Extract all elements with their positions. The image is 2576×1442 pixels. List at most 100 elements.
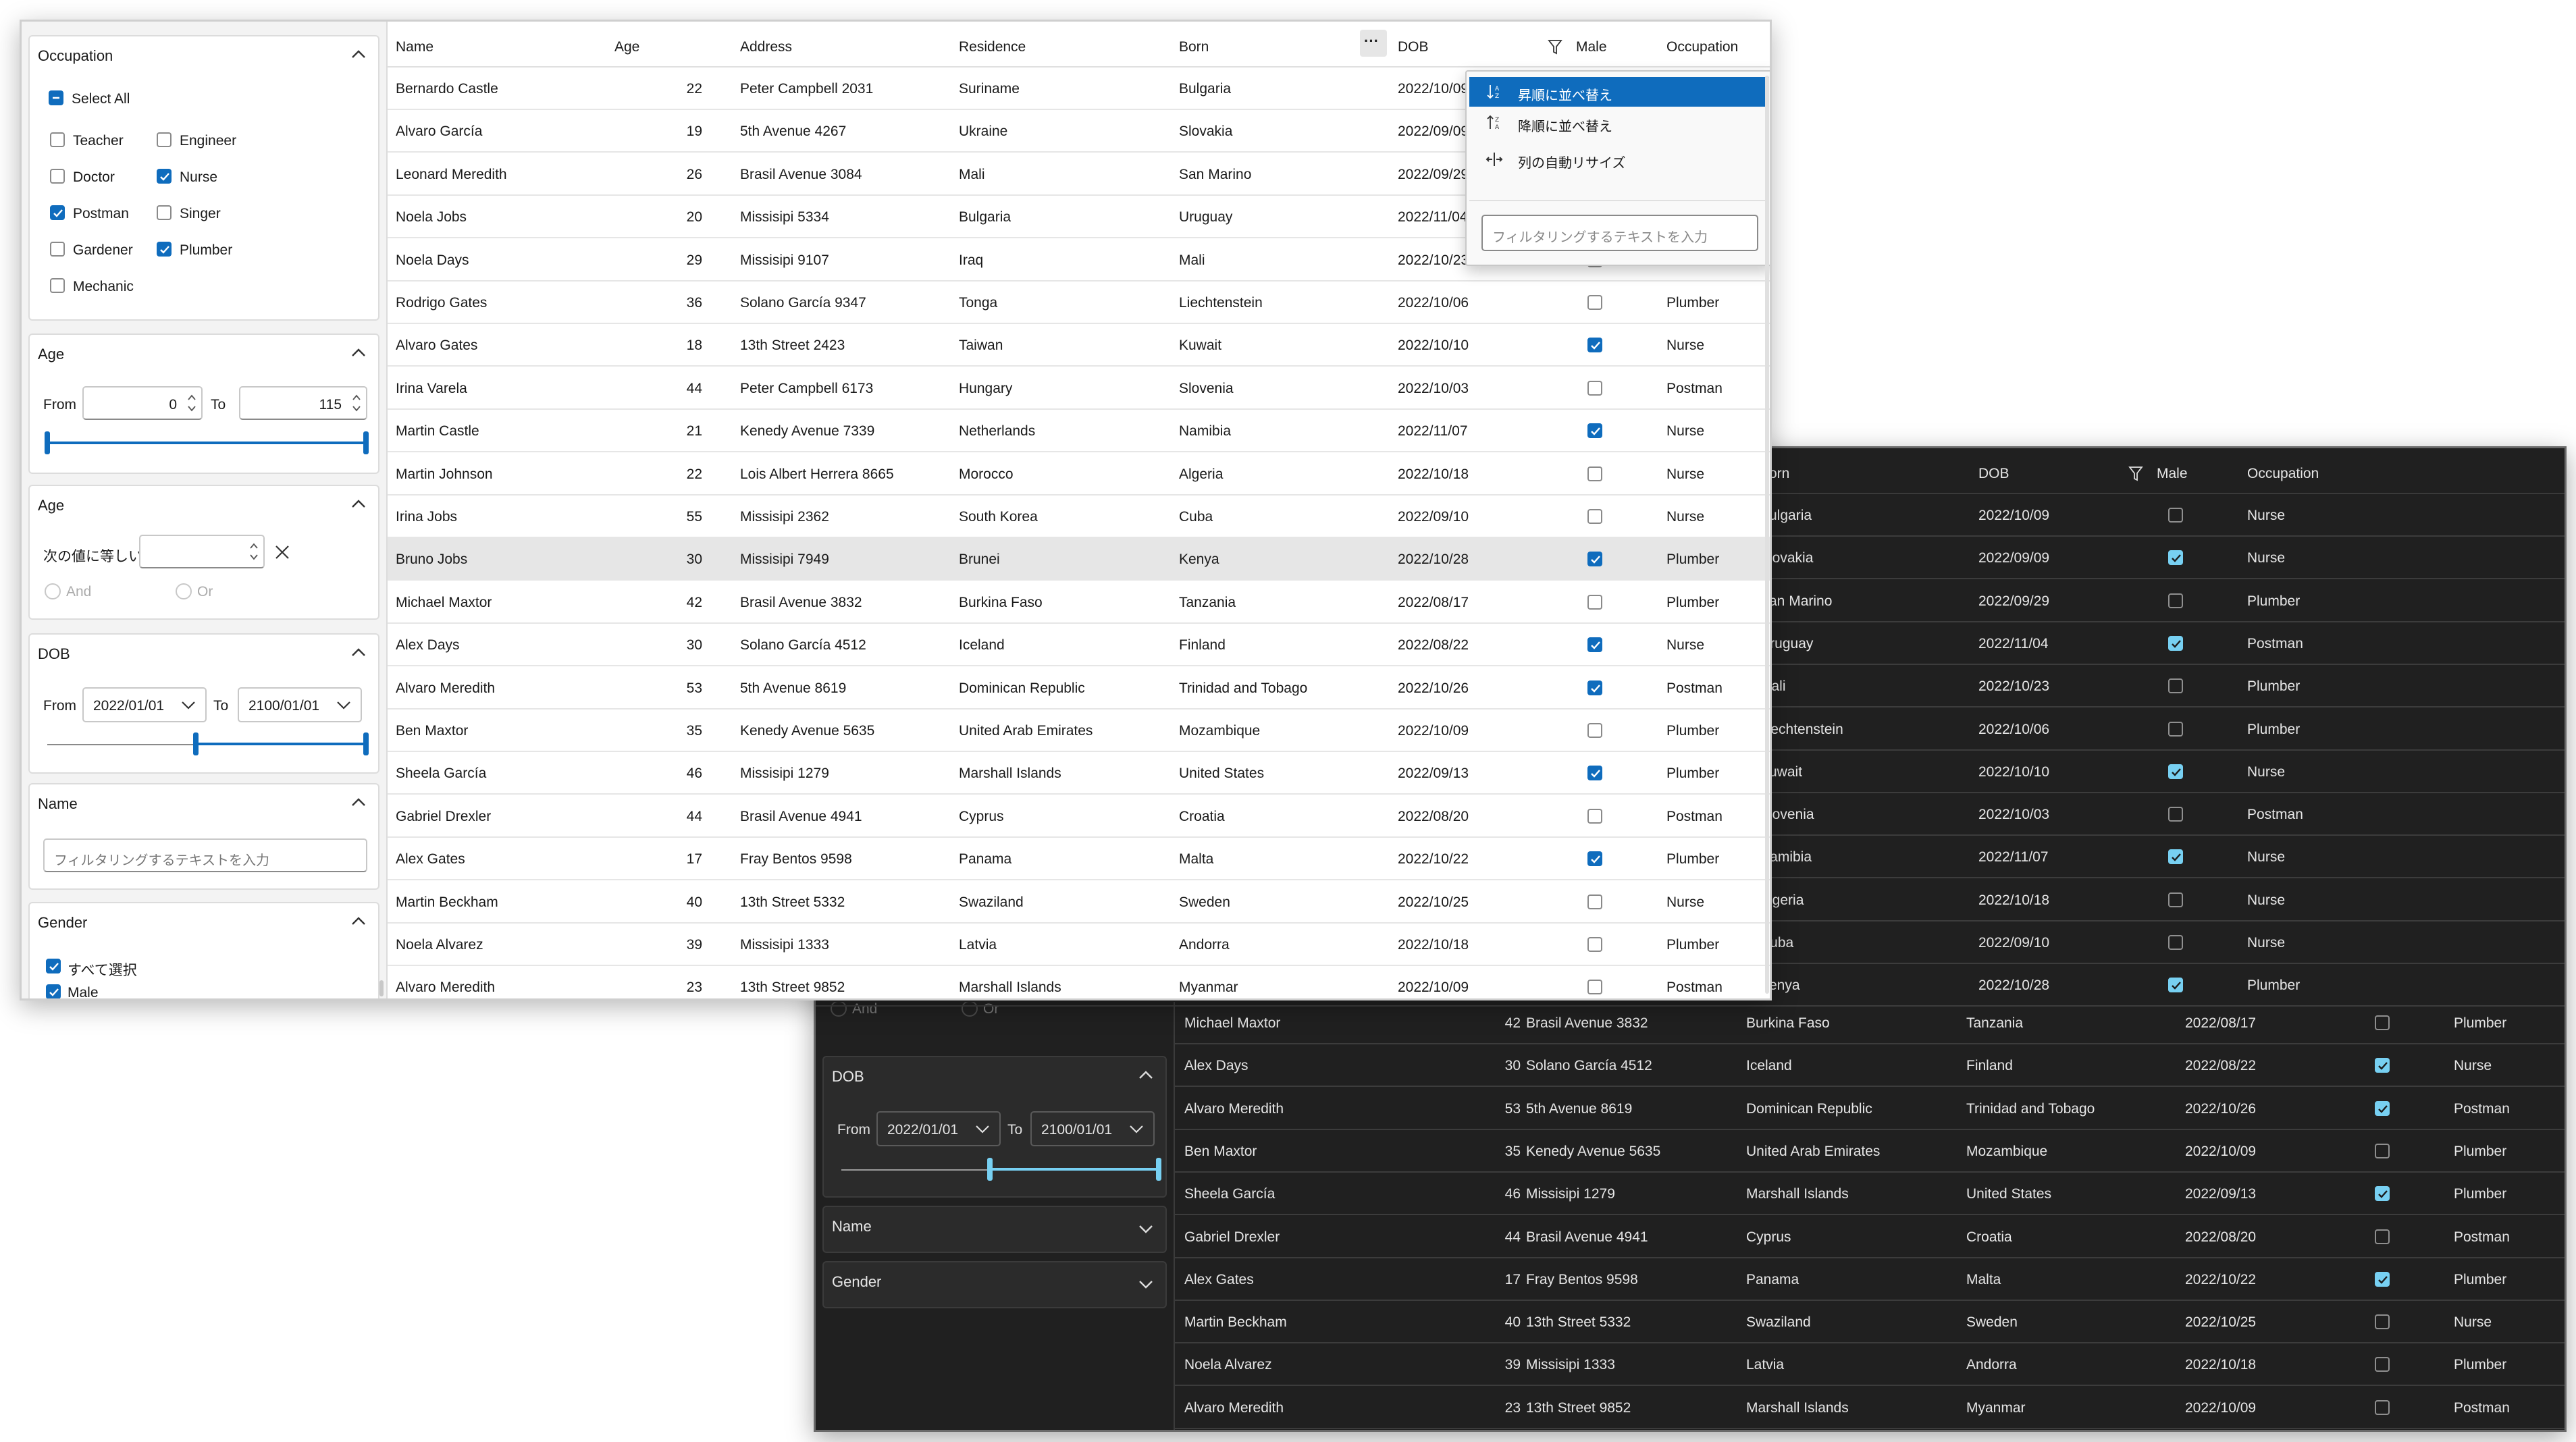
age-range-slider-max-thumb[interactable] <box>363 431 369 454</box>
column-header-male[interactable]: Male <box>1576 39 1607 55</box>
male-checkbox[interactable] <box>2375 1143 2390 1158</box>
more-icon[interactable]: ··· <box>1360 30 1387 57</box>
and-radio[interactable] <box>45 583 61 599</box>
male-checkbox[interactable] <box>1587 509 1602 524</box>
male-checkbox[interactable] <box>1587 466 1602 481</box>
chevron-up-icon[interactable] <box>351 50 366 59</box>
autosize-column-item[interactable]: 列の自動リサイズ <box>1469 144 1769 174</box>
occupation-checkbox-nurse[interactable] <box>157 169 172 184</box>
table-row[interactable]: Bruno Jobs 30 Missisipi 7949 Brunei Kenya 202… <box>388 538 1770 581</box>
male-checkbox[interactable] <box>2168 678 2183 694</box>
spinner-icon[interactable] <box>186 392 197 415</box>
table-row[interactable]: Michael Maxtor 42 Brasil Avenue 3832 Burkin… <box>388 581 1770 624</box>
occupation-checkbox-engineer[interactable] <box>157 132 172 147</box>
age-to-input[interactable]: 115 <box>239 386 367 420</box>
male-checkbox[interactable] <box>2168 978 2183 993</box>
or-radio[interactable] <box>176 583 192 599</box>
male-checkbox[interactable] <box>2168 849 2183 865</box>
table-row[interactable]: Martin Beckham 40 13th Street 5332 Swazilan… <box>388 881 1770 924</box>
male-checkbox[interactable] <box>2375 1058 2390 1073</box>
spinner-icon[interactable] <box>248 540 259 563</box>
dob-to-picker[interactable]: 2100/01/01 <box>238 687 362 722</box>
grid-scrollbar[interactable] <box>1765 76 1769 994</box>
male-checkbox[interactable] <box>1587 937 1602 952</box>
male-checkbox[interactable] <box>2168 892 2183 907</box>
male-checkbox[interactable] <box>2168 635 2183 651</box>
chevron-down-icon[interactable] <box>1138 1225 1153 1233</box>
column-header-occupation[interactable]: Occupation <box>2247 466 2319 482</box>
male-checkbox[interactable] <box>2168 764 2183 779</box>
dark-name-filter-card[interactable]: Name <box>822 1206 1167 1253</box>
column-filter-input[interactable]: フィルタリングするテキストを入力 <box>1481 215 1758 251</box>
male-checkbox[interactable] <box>2375 1357 2390 1372</box>
table-row[interactable]: Alex Days 30 Solano García 4512 Iceland Finl… <box>388 624 1770 667</box>
occupation-checkbox-teacher[interactable] <box>50 132 65 147</box>
occupation-checkbox-plumber[interactable] <box>157 242 172 257</box>
male-checkbox[interactable] <box>2168 550 2183 566</box>
column-header-born[interactable]: Born <box>1179 39 1209 55</box>
panel-scrollbar[interactable] <box>379 980 384 996</box>
column-header-age[interactable]: Age <box>614 39 639 55</box>
male-checkbox[interactable] <box>2168 593 2183 608</box>
age-range-slider-track[interactable] <box>47 442 366 444</box>
male-checkbox[interactable] <box>1587 423 1602 439</box>
age-from-input[interactable]: 0 <box>82 386 203 420</box>
occupation-checkbox-doctor[interactable] <box>50 169 65 184</box>
chevron-up-icon[interactable] <box>351 648 366 657</box>
dob-slider-max-thumb[interactable] <box>1156 1158 1161 1181</box>
column-header-occupation[interactable]: Occupation <box>1666 39 1738 55</box>
chevron-up-icon[interactable] <box>351 348 366 357</box>
male-checkbox[interactable] <box>1587 594 1602 610</box>
table-row[interactable]: Martin Castle 21 Kenedy Avenue 7339 Netherl… <box>388 410 1770 453</box>
column-header-dob[interactable]: DOB <box>1398 39 1429 55</box>
table-row[interactable]: Rodrigo Gates 36 Solano García 9347 Tonga Li… <box>388 282 1770 324</box>
age-value-input[interactable] <box>139 535 265 568</box>
male-checkbox[interactable] <box>2375 1186 2390 1202</box>
dob-slider-min-thumb[interactable] <box>193 732 199 755</box>
select-all-checkbox[interactable] <box>49 90 63 105</box>
column-header-address[interactable]: Address <box>740 39 792 55</box>
male-checkbox[interactable] <box>2168 935 2183 950</box>
chevron-up-icon[interactable] <box>351 500 366 508</box>
table-row[interactable]: Noela Alvarez 39 Missisipi 1333 Latvia Andor… <box>1175 1343 2565 1387</box>
male-checkbox[interactable] <box>2168 721 2183 737</box>
male-checkbox[interactable] <box>1587 894 1602 909</box>
male-checkbox[interactable] <box>2375 1229 2390 1244</box>
table-row[interactable]: Alvaro Gates 18 13th Street 2423 Taiwan Kuwa… <box>388 324 1770 367</box>
male-checkbox[interactable] <box>1587 851 1602 867</box>
table-row[interactable]: Alvaro Meredith 23 13th Street 9852 Marshal… <box>1175 1387 2565 1429</box>
male-checkbox[interactable] <box>2375 1015 2390 1030</box>
column-header-name[interactable]: Name <box>396 39 433 55</box>
table-row[interactable]: Gabriel Drexler 44 Brasil Avenue 4941 Cypru… <box>388 795 1770 838</box>
table-row[interactable]: Sheela García 46 Missisipi 1279 Marshall Is… <box>388 752 1770 795</box>
male-checkbox[interactable] <box>2375 1314 2390 1330</box>
male-checkbox[interactable] <box>1587 680 1602 695</box>
table-row[interactable]: Alex Gates 17 Fray Bentos 9598 Panama Malta 2… <box>388 838 1770 881</box>
table-row[interactable]: Alvaro Meredith 23 13th Street 9852 Marshal… <box>388 966 1770 998</box>
table-row[interactable]: Michael Maxtor 42 Brasil Avenue 3832 Burkin… <box>1175 1002 2565 1044</box>
name-filter-input[interactable]: フィルタリングするテキストを入力 <box>43 838 367 872</box>
occupation-checkbox-mechanic[interactable] <box>50 278 65 293</box>
male-checkbox[interactable] <box>1587 637 1602 653</box>
sort-ascending-item[interactable]: AZ 昇順に並べ替え <box>1469 77 1769 107</box>
chevron-down-icon[interactable] <box>1138 1280 1153 1289</box>
male-checkbox[interactable] <box>1587 808 1602 824</box>
male-checkbox[interactable] <box>2168 508 2183 523</box>
occupation-checkbox-singer[interactable] <box>157 205 172 220</box>
occupation-checkbox-gardener[interactable] <box>50 242 65 257</box>
table-row[interactable]: Irina Varela 44 Peter Campbell 6173 Hungary… <box>388 367 1770 410</box>
dob-to-picker[interactable]: 2100/01/01 <box>1030 1111 1155 1146</box>
filter-icon[interactable] <box>2128 466 2143 482</box>
dob-from-picker[interactable]: 2022/01/01 <box>82 687 207 722</box>
male-checkbox[interactable] <box>2168 807 2183 822</box>
table-row[interactable]: Sheela García 46 Missisipi 1279 Marshall Is… <box>1175 1173 2565 1216</box>
clear-icon[interactable] <box>274 544 290 560</box>
column-header-male[interactable]: Male <box>2157 466 2188 482</box>
table-row[interactable]: Alvaro Meredith 53 5th Avenue 8619 Dominica… <box>1175 1088 2565 1130</box>
male-checkbox[interactable] <box>2375 1271 2390 1287</box>
male-checkbox[interactable] <box>1587 723 1602 738</box>
table-row[interactable]: Martin Beckham 40 13th Street 5332 Swazilan… <box>1175 1301 2565 1344</box>
male-checkbox[interactable] <box>2375 1100 2390 1116</box>
table-row[interactable]: Alvaro Meredith 53 5th Avenue 8619 Dominica… <box>388 667 1770 710</box>
column-header-dob[interactable]: DOB <box>1978 466 2009 482</box>
